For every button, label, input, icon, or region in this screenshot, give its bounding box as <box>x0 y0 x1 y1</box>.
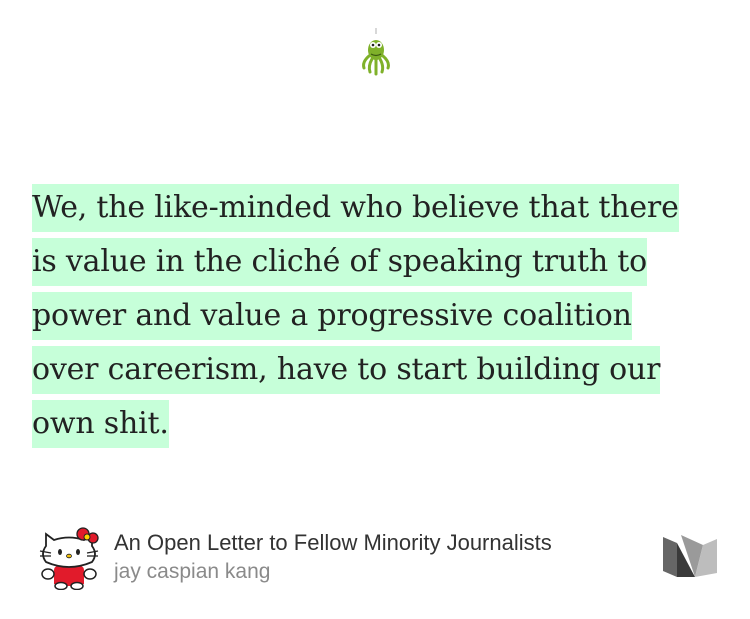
quote-line: over careerism, have to start building o… <box>32 343 722 397</box>
medium-logo[interactable] <box>661 533 719 579</box>
article-title[interactable]: An Open Letter to Fellow Minority Journa… <box>114 530 552 556</box>
hello-kitty-avatar[interactable] <box>36 524 102 590</box>
author-name[interactable]: jay caspian kang <box>114 560 270 584</box>
quote-line: is value in the cliché of speaking truth… <box>32 235 722 289</box>
green-octopus-icon <box>362 28 390 76</box>
highlighted-quote: We, the like-minded who believe that the… <box>32 181 722 451</box>
quote-line: own shit. <box>32 397 722 451</box>
quote-line: power and value a progressive coalition <box>32 289 722 343</box>
quote-line: We, the like-minded who believe that the… <box>32 181 722 235</box>
